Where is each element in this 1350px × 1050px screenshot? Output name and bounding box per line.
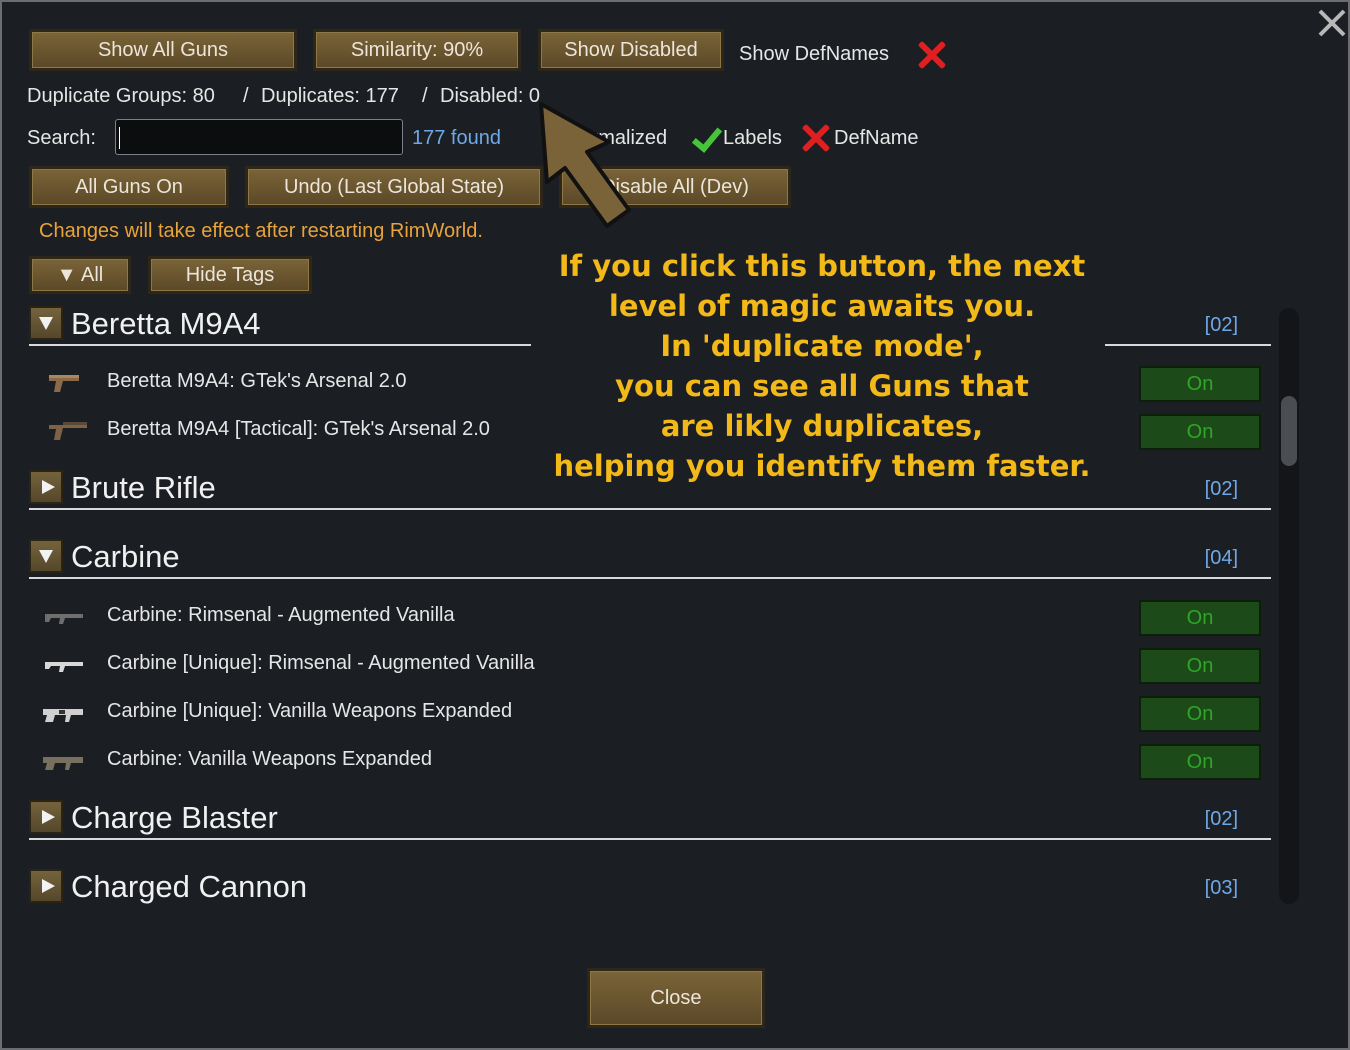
close-icon[interactable]: [1315, 6, 1349, 40]
toggle-on-button[interactable]: On: [1139, 744, 1261, 780]
group-header[interactable]: Charge Blaster [02]: [29, 800, 1271, 840]
gun-label: Carbine: Vanilla Weapons Expanded: [107, 748, 433, 770]
pistol-icon: [49, 375, 79, 392]
group-divider: [29, 577, 1271, 579]
group-name: Charge Blaster: [71, 800, 278, 835]
annotation-line: level of magic awaits you.: [608, 289, 1036, 323]
duplicate-groups-stat: Duplicate Groups: 80: [27, 85, 215, 107]
labels-option: Labels: [723, 127, 782, 149]
group-name: Charged Cannon: [71, 869, 308, 904]
rifle-icon: [43, 709, 83, 722]
filter-all-dropdown[interactable]: ▼ All: [29, 256, 131, 294]
annotation-arrow-icon: [539, 102, 631, 228]
annotation-line: If you click this button, the next: [558, 249, 1086, 283]
expand-triangle-icon[interactable]: [29, 800, 63, 834]
group-header[interactable]: Charged Cannon [03]: [29, 869, 1271, 909]
duplicates-stat: Duplicates: 177: [261, 85, 399, 107]
restart-notice: Changes will take effect after restartin…: [39, 220, 483, 242]
rifle-icon: [45, 662, 83, 672]
group-count: [03]: [1204, 877, 1238, 899]
rifle-icon: [43, 757, 83, 770]
toggle-on-button[interactable]: On: [1139, 600, 1261, 636]
list-item: Carbine: Rimsenal - Augmented Vanilla On: [29, 596, 1271, 640]
group-count: [04]: [1204, 547, 1238, 569]
rifle-icon: [45, 614, 83, 624]
group-count: [02]: [1204, 314, 1238, 336]
gun-label: Carbine: Rimsenal - Augmented Vanilla: [107, 604, 455, 626]
collapse-triangle-icon[interactable]: [29, 306, 63, 340]
pistol-icon: [49, 422, 87, 440]
labels-check-icon[interactable]: [690, 123, 720, 153]
group-count: [02]: [1204, 808, 1238, 830]
group-name: Beretta M9A4: [71, 306, 261, 341]
show-disabled-button[interactable]: Show Disabled: [538, 29, 724, 71]
group-divider: [29, 344, 531, 346]
all-guns-on-button[interactable]: All Guns On: [29, 166, 229, 208]
search-input[interactable]: [115, 119, 403, 155]
annotation-line: are likly duplicates,: [660, 409, 984, 443]
group-header[interactable]: Carbine [04]: [29, 539, 1271, 579]
group-divider: [29, 508, 1271, 510]
group-divider: [1105, 344, 1271, 346]
toggle-on-button[interactable]: On: [1139, 366, 1261, 402]
expand-triangle-icon[interactable]: [29, 470, 63, 504]
defnames-toggle-x-icon[interactable]: [916, 39, 948, 71]
group-count: [02]: [1204, 478, 1238, 500]
stats-separator: /: [243, 85, 249, 107]
annotation-line: helping you identify them faster.: [553, 449, 1091, 483]
annotation-line: you can see all Guns that: [615, 369, 1029, 403]
gun-manager-dialog: Show All Guns Similarity: 90% Show Disab…: [0, 0, 1350, 1050]
list-item: Carbine [Unique]: Vanilla Weapons Expand…: [29, 692, 1271, 736]
group-name: Carbine: [71, 539, 180, 574]
gun-label: Beretta M9A4 [Tactical]: GTek's Arsenal …: [107, 418, 490, 440]
defname-option: DefName: [834, 127, 919, 149]
search-label: Search:: [27, 127, 96, 149]
toggle-on-button[interactable]: On: [1139, 696, 1261, 732]
show-all-guns-button[interactable]: Show All Guns: [29, 29, 297, 71]
annotation-line: In 'duplicate mode',: [660, 329, 984, 363]
similarity-button[interactable]: Similarity: 90%: [313, 29, 521, 71]
gun-label: Carbine [Unique]: Rimsenal - Augmented V…: [107, 652, 535, 674]
list-item: Carbine [Unique]: Rimsenal - Augmented V…: [29, 644, 1271, 688]
hide-tags-button[interactable]: Hide Tags: [148, 256, 312, 294]
toggle-on-button[interactable]: On: [1139, 414, 1261, 450]
list-item: Carbine: Vanilla Weapons Expanded On: [29, 740, 1271, 784]
defname-toggle-x-icon[interactable]: [800, 122, 832, 154]
undo-button[interactable]: Undo (Last Global State): [245, 166, 543, 208]
toggle-on-button[interactable]: On: [1139, 648, 1261, 684]
gun-label: Beretta M9A4: GTek's Arsenal 2.0: [107, 370, 407, 392]
group-divider: [29, 838, 1271, 840]
tutorial-annotation: If you click this button, the next level…: [542, 246, 1102, 486]
close-button[interactable]: Close: [587, 968, 765, 1028]
stats-separator: /: [422, 85, 428, 107]
expand-triangle-icon[interactable]: [29, 869, 63, 903]
show-defnames-label: Show DefNames: [739, 43, 890, 65]
found-count: 177 found: [412, 127, 501, 149]
collapse-triangle-icon[interactable]: [29, 539, 63, 573]
group-name: Brute Rifle: [71, 470, 216, 505]
gun-label: Carbine [Unique]: Vanilla Weapons Expand…: [107, 700, 513, 722]
scrollbar-thumb[interactable]: [1281, 396, 1297, 466]
